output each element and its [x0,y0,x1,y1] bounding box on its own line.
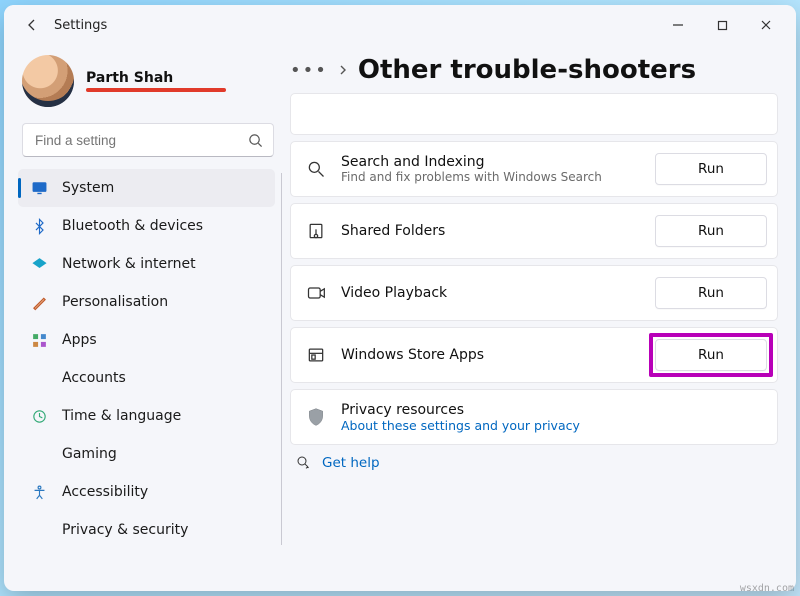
card-title: Video Playback [341,285,641,301]
clock-icon [30,407,48,425]
window-title: Settings [54,18,107,33]
brush-icon [30,293,48,311]
run-button[interactable]: Run [655,277,767,309]
sidebar-item-network-internet[interactable]: Network & internet [18,245,275,283]
search-input[interactable] [33,132,240,149]
card-text: Video Playback [341,285,641,301]
card-text: Windows Store Apps [341,347,641,363]
privacy-link[interactable]: About these settings and your privacy [341,418,767,433]
sidebar-item-time-language[interactable]: Time & language [18,397,275,435]
page-title: Other trouble-shooters [358,55,696,85]
troubleshooter-list: Search and IndexingFind and fix problems… [290,93,778,445]
accessibility-icon [30,483,48,501]
card-text: Search and IndexingFind and fix problems… [341,154,641,185]
window-body: Parth Shah System Bluetooth & devices Netw… [4,45,796,591]
sidebar-item-label: Time & language [62,408,181,424]
privacy-title: Privacy resources [341,402,767,418]
window-controls [656,9,788,41]
privacy-resources-card[interactable]: Privacy resources About these settings a… [290,389,778,445]
card-text: Shared Folders [341,223,641,239]
sidebar-item-label: Apps [62,332,97,348]
sidebar-item-label: Accounts [62,370,126,386]
close-button[interactable] [744,9,788,41]
sidebar-item-accounts[interactable]: Accounts [18,359,275,397]
sidebar: Parth Shah System Bluetooth & devices Netw… [4,45,286,591]
highlight-annotation: Run [655,339,767,371]
get-help-label: Get help [322,455,380,471]
profile-text: Parth Shah [86,70,226,92]
sidebar-item-apps[interactable]: Apps [18,321,275,359]
card-title: Shared Folders [341,223,641,239]
sidebar-item-gaming[interactable]: Gaming [18,435,275,473]
run-button[interactable]: Run [655,339,767,371]
breadcrumb: ••• Other trouble-shooters [290,51,778,91]
redaction-underline [86,88,226,92]
sidebar-item-label: System [62,180,114,196]
card-title: Search and Indexing [341,154,641,170]
person-icon [30,369,48,387]
settings-window: Settings Parth Shah [4,5,796,591]
sidebar-item-label: Privacy & security [62,522,188,538]
search-icon [305,158,327,180]
nav-wrapper: System Bluetooth & devices Network & inter… [18,169,278,549]
sidebar-item-label: Bluetooth & devices [62,218,203,234]
search-icon [248,133,263,148]
content-area: ••• Other trouble-shooters Search and In… [286,45,796,591]
wifi-icon [30,255,48,273]
maximize-button[interactable] [700,9,744,41]
sidebar-item-system[interactable]: System [18,169,275,207]
shield-icon [30,521,48,539]
get-help-link[interactable]: Get help [290,455,778,471]
breadcrumb-overflow-icon[interactable]: ••• [290,60,328,81]
titlebar: Settings [4,5,796,45]
troubleshooter-card-search-and-indexing: Search and IndexingFind and fix problems… [290,141,778,197]
watermark: wsxdn.com [740,583,794,594]
nav-list: System Bluetooth & devices Network & inter… [18,169,278,549]
help-icon [296,455,312,471]
privacy-text: Privacy resources About these settings a… [341,402,767,433]
sidebar-item-personalisation[interactable]: Personalisation [18,283,275,321]
game-icon [30,445,48,463]
sidebar-scroll-divider [281,173,282,545]
back-button[interactable] [16,9,48,41]
sidebar-item-accessibility[interactable]: Accessibility [18,473,275,511]
avatar [22,55,74,107]
sidebar-item-label: Accessibility [62,484,148,500]
bluetooth-icon [30,217,48,235]
arrow-left-icon [24,17,40,33]
close-icon [760,19,772,31]
run-button[interactable]: Run [655,153,767,185]
minimize-button[interactable] [656,9,700,41]
troubleshooter-card-windows-store-apps: Windows Store Apps Run [290,327,778,383]
card-title: Windows Store Apps [341,347,641,363]
folder-share-icon [305,220,327,242]
sidebar-item-label: Personalisation [62,294,168,310]
troubleshooter-card-video-playback: Video Playback Run [290,265,778,321]
previous-card-stub [290,93,778,135]
troubleshooter-card-shared-folders: Shared Folders Run [290,203,778,259]
chevron-right-icon [338,65,348,75]
grid-icon [30,331,48,349]
maximize-icon [717,20,728,31]
card-desc: Find and fix problems with Windows Searc… [341,170,641,185]
sidebar-item-bluetooth-devices[interactable]: Bluetooth & devices [18,207,275,245]
profile-block[interactable]: Parth Shah [18,51,278,119]
video-icon [305,282,327,304]
sidebar-item-label: Gaming [62,446,117,462]
sidebar-item-privacy-security[interactable]: Privacy & security [18,511,275,549]
minimize-icon [672,19,684,31]
profile-name: Parth Shah [86,70,226,86]
run-button[interactable]: Run [655,215,767,247]
store-icon [305,344,327,366]
search-box[interactable] [22,123,274,157]
sidebar-item-label: Network & internet [62,256,196,272]
monitor-icon [30,179,48,197]
shield-icon [305,406,327,428]
